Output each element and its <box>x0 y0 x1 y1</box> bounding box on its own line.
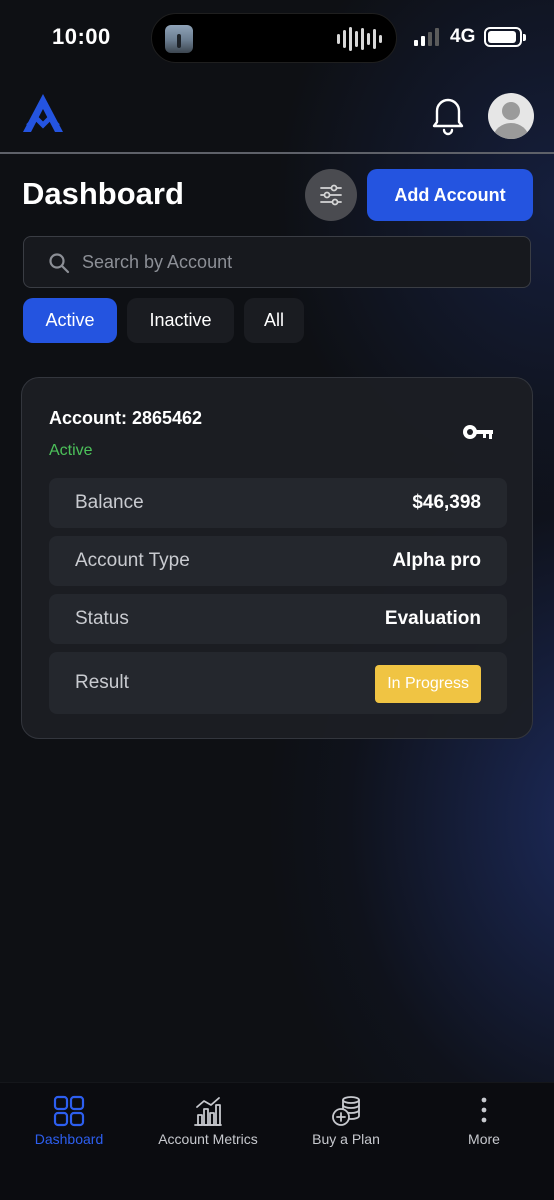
chart-icon <box>194 1097 222 1126</box>
cellular-signal-icon <box>414 28 439 46</box>
balance-label: Balance <box>75 492 144 513</box>
header-divider <box>0 152 554 154</box>
now-playing-thumbnail <box>165 25 193 53</box>
network-type: 4G <box>450 26 476 47</box>
grid-icon <box>53 1095 85 1127</box>
nav-dashboard-label: Dashboard <box>34 1131 104 1147</box>
audio-waveform-icon <box>337 27 382 51</box>
key-icon[interactable] <box>462 422 494 442</box>
bell-icon[interactable] <box>429 94 467 136</box>
tab-active[interactable]: Active <box>23 298 117 343</box>
tab-inactive[interactable]: Inactive <box>127 298 234 343</box>
more-vertical-icon <box>481 1097 487 1123</box>
nav-more-label: More <box>468 1131 500 1147</box>
page-title: Dashboard <box>22 176 184 211</box>
result-badge: In Progress <box>375 665 481 703</box>
status-time: 10:00 <box>52 24 111 49</box>
account-status: Active <box>49 442 93 459</box>
user-avatar-icon[interactable] <box>488 93 534 139</box>
search-input[interactable] <box>82 237 512 287</box>
nav-account-metrics-label: Account Metrics <box>158 1131 258 1147</box>
result-label: Result <box>75 672 129 693</box>
balance-value: $46,398 <box>412 492 481 513</box>
add-account-button[interactable]: Add Account <box>367 169 533 221</box>
nav-buy-a-plan-label: Buy a Plan <box>312 1131 380 1147</box>
nav-more[interactable]: More <box>415 1095 553 1155</box>
account-type-value: Alpha pro <box>392 550 481 571</box>
status-bar: 10:00 4G <box>0 0 554 76</box>
nav-account-metrics[interactable]: Account Metrics <box>139 1095 277 1155</box>
account-card[interactable]: Account: 2865462 Active Balance $46,398 … <box>21 377 533 739</box>
coins-plus-icon <box>332 1096 360 1126</box>
account-number: Account: 2865462 <box>49 408 203 428</box>
filter-button[interactable] <box>305 169 357 221</box>
balance-row: Balance $46,398 <box>49 478 507 528</box>
search-icon <box>49 253 70 274</box>
battery-icon <box>484 27 526 47</box>
tab-all[interactable]: All <box>244 298 304 343</box>
status-row: Status Evaluation <box>49 594 507 644</box>
result-row: Result In Progress <box>49 652 507 714</box>
dynamic-island[interactable] <box>151 13 397 63</box>
nav-dashboard[interactable]: Dashboard <box>0 1095 138 1155</box>
status-value: Evaluation <box>384 608 481 629</box>
nav-buy-a-plan[interactable]: Buy a Plan <box>277 1095 415 1155</box>
account-type-label: Account Type <box>75 550 190 571</box>
status-label: Status <box>75 608 129 629</box>
sliders-icon <box>320 184 342 206</box>
account-type-row: Account Type Alpha pro <box>49 536 507 586</box>
search-box[interactable] <box>23 236 531 288</box>
brand-logo-icon[interactable] <box>22 92 64 134</box>
bottom-nav: Dashboard Account Metrics Buy a Plan Mor… <box>0 1082 554 1200</box>
